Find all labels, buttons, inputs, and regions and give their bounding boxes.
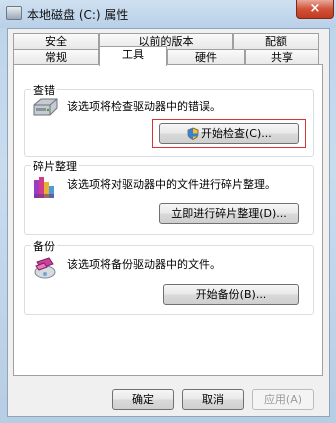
defrag-button[interactable]: 立即进行碎片整理(D)... (159, 203, 299, 224)
error-check-description: 该选项将检查驱动器中的错误。 (67, 100, 221, 113)
tab-quota[interactable]: 配额 (233, 33, 319, 50)
ok-button[interactable]: 确定 (112, 389, 174, 410)
tab-security[interactable]: 安全 (13, 33, 99, 50)
drive-icon (6, 6, 22, 20)
window-title: 本地磁盘 (C:) 属性 (27, 8, 129, 22)
defrag-title: 碎片整理 (31, 158, 79, 174)
start-backup-button[interactable]: 开始备份(B)... (163, 284, 299, 305)
defrag-group: 碎片整理 该选项将对驱动器中的文件进行碎片整理。 (24, 158, 314, 235)
close-button[interactable]: × (296, 0, 334, 19)
defrag-description: 该选项将对驱动器中的文件进行碎片整理。 (67, 178, 276, 191)
apply-button[interactable]: 应用(A) (252, 389, 314, 410)
start-check-label: 开始检查(C)... (201, 127, 272, 140)
uac-shield-icon (187, 127, 199, 140)
backup-description: 该选项将备份驱动器中的文件。 (67, 258, 221, 271)
hard-drive-icon (33, 98, 58, 116)
title-bar: 本地磁盘 (C:) 属性 × (0, 0, 336, 28)
defrag-icon (34, 177, 54, 198)
start-check-button[interactable]: 开始检查(C)... (159, 123, 299, 144)
backup-icon (34, 257, 56, 279)
backup-title: 备份 (31, 238, 57, 254)
cancel-button[interactable]: 取消 (182, 389, 244, 410)
tab-tools[interactable]: 工具 (99, 46, 167, 66)
